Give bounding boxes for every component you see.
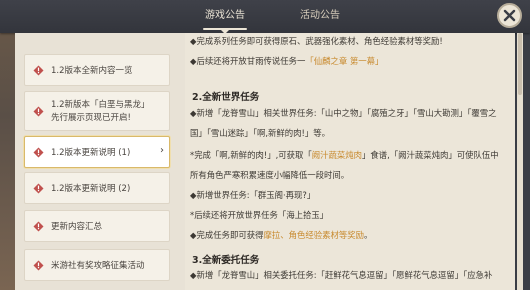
sidebar-item-label: 米游社有奖攻略征集活动 xyxy=(51,261,145,271)
sidebar-item-label: 1.2版本全新内容一览 xyxy=(51,66,133,76)
alert-diamond-icon xyxy=(33,106,44,117)
alert-diamond-icon xyxy=(33,260,44,271)
tab-game-announcements[interactable]: 游戏公告 xyxy=(185,0,265,33)
text-segment: 」食谱,「阙汁蔬菜炖肉」可使队伍中 xyxy=(362,150,499,160)
section-title: 3.全新委托任务 xyxy=(192,255,260,266)
content-line: 国」「雪山迷踪」「啊,新鲜的肉!」等。 xyxy=(190,128,331,138)
content-line: *后续还将开放世界任务「海上拾玉」 xyxy=(190,210,329,220)
content-line: ◆新增「龙脊雪山」相关委托任务:「赶鲜花气息逗留」「愿鲜花气息逗留」「应急补 xyxy=(190,270,493,280)
recipe-highlight: 阙汁蔬菜炖肉 xyxy=(311,150,362,160)
sidebar-item-preview-page[interactable]: 1.2新版本「白垩与黑龙」 先行展示页现已开启! xyxy=(24,91,170,131)
chevron-right-icon: › xyxy=(160,145,164,156)
sidebar-item-new-content[interactable]: 1.2版本全新内容一览 xyxy=(24,54,170,86)
alert-diamond-icon xyxy=(33,221,44,232)
header-bar: 游戏公告 活动公告 xyxy=(0,0,530,33)
scrollbar-thumb[interactable] xyxy=(518,33,522,95)
sidebar-item-update-notes-1[interactable]: 1.2版本更新说明 (1) › xyxy=(24,136,170,168)
close-button[interactable] xyxy=(497,3,522,28)
sidebar-item-guide-contest[interactable]: 米游社有奖攻略征集活动 xyxy=(24,249,170,281)
alert-diamond-icon xyxy=(33,183,44,194)
sidebar-item-label: 更新内容汇总 xyxy=(51,222,103,232)
tab-label: 游戏公告 xyxy=(205,10,245,21)
close-icon xyxy=(503,9,516,22)
section-title: 2.全新世界任务 xyxy=(192,92,260,103)
sidebar-item-label: 1.2版本更新说明 (2) xyxy=(51,184,131,194)
text-segment: ◆后续还将开放甘雨传说任务一 xyxy=(190,56,306,66)
content-line: ◆新增「龙脊雪山」相关世界任务:「山中之物」「腐殖之牙」「雪山大勘测」「覆雪之 xyxy=(190,108,497,118)
content-line: ◆新增世界任务:「群玉阁·再现?」 xyxy=(190,190,316,200)
sidebar-item-update-notes-2[interactable]: 1.2版本更新说明 (2) xyxy=(24,172,170,204)
text-segment: *完成「啊,新鲜的肉!」,可获取「 xyxy=(190,150,312,160)
content-line: ◆完成系列任务即可获得原石、武器强化素材、角色经验素材等奖励! xyxy=(190,36,443,46)
sidebar-item-update-summary[interactable]: 更新内容汇总 xyxy=(24,210,170,242)
text-segment: ◆完成任务即可获得 xyxy=(190,230,264,240)
content-line: ◆后续还将开放甘雨传说任务一「仙麟之章 第一幕」 xyxy=(190,56,383,67)
tab-event-announcements[interactable]: 活动公告 xyxy=(280,0,360,33)
active-tab-indicator xyxy=(203,28,247,30)
quest-link[interactable]: 「仙麟之章 第一幕」 xyxy=(305,56,383,66)
sidebar-item-label-line2: 先行展示页现已开启! xyxy=(51,113,131,123)
tab-label: 活动公告 xyxy=(300,10,340,21)
content-line: *完成「啊,新鲜的肉!」,可获取「阙汁蔬菜炖肉」食谱,「阙汁蔬菜炖肉」可使队伍中 xyxy=(190,150,499,161)
reward-highlight: 摩拉、角色经验素材等奖励 xyxy=(263,230,364,240)
alert-diamond-icon xyxy=(33,147,44,158)
text-segment: 。 xyxy=(363,230,373,240)
announcement-sidebar: 1.2版本全新内容一览 1.2新版本「白垩与黑龙」 先行展示页现已开启! 1.2… xyxy=(15,33,185,290)
alert-diamond-icon xyxy=(33,65,44,76)
sidebar-item-label: 1.2版本更新说明 (1) xyxy=(51,148,131,158)
content-line: 所有角色严寒积累速度小幅降低一段时间。 xyxy=(190,170,350,180)
sidebar-item-label-line1: 1.2新版本「白垩与黑龙」 xyxy=(51,100,150,110)
content-line: ◆完成任务即可获得摩拉、角色经验素材等奖励。 xyxy=(190,230,372,241)
content-scrollbar[interactable] xyxy=(517,33,523,290)
